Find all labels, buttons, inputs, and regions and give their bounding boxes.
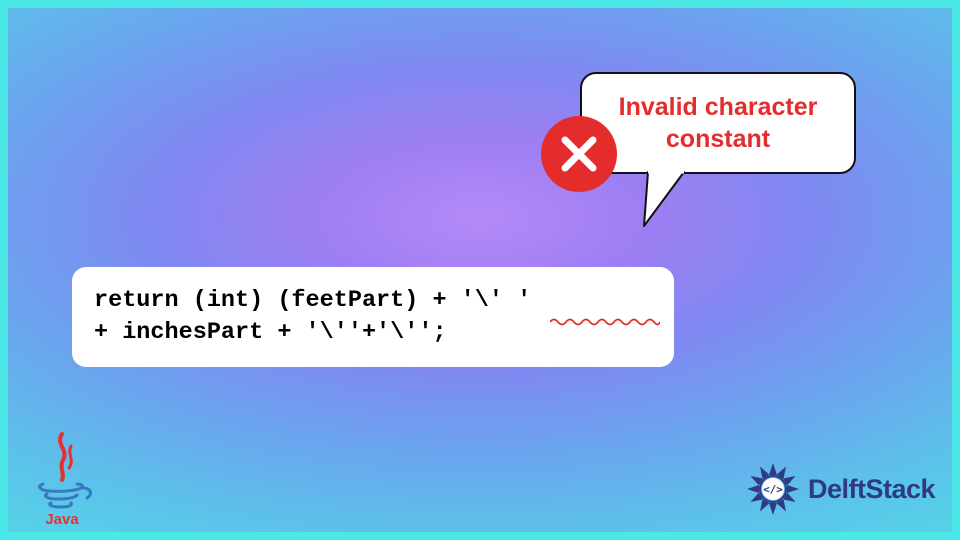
error-squiggle-underline — [550, 314, 660, 324]
delftstack-label: DelftStack — [808, 474, 935, 505]
delftstack-logo: </> DelftStack — [744, 460, 935, 518]
delftstack-badge-icon: </> — [744, 460, 802, 518]
java-logo: Java — [27, 432, 97, 527]
error-tooltip-text: Invalid character constant — [600, 91, 836, 156]
tooltip-tail — [636, 170, 706, 230]
svg-text:Java: Java — [45, 511, 79, 527]
svg-text:</>: </> — [763, 483, 783, 496]
error-x-icon — [541, 116, 617, 192]
error-tooltip: Invalid character constant — [580, 72, 856, 174]
code-line-1: return (int) (feetPart) + '\' ' — [94, 285, 652, 317]
